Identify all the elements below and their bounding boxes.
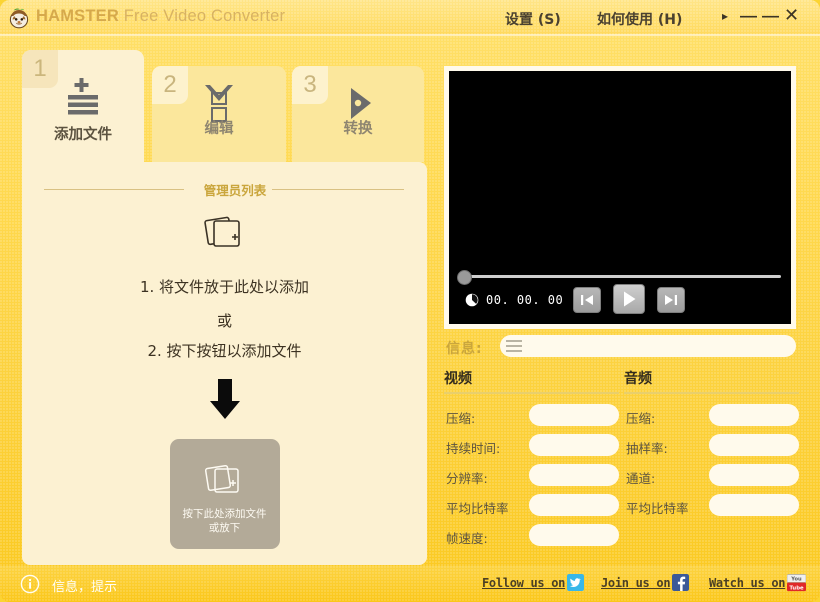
video-preview-frame: 00. 00. 00 [444,66,796,329]
title-bar: HAMSTER Free Video Converter 设置 (S) 如何使用… [0,0,820,36]
menu-help[interactable]: 如何使用 (H) [597,9,682,29]
social-facebook-label: Join us on [601,575,671,590]
time-display: 00. 00. 00 [465,293,563,307]
add-files-icon [22,74,144,118]
hint-or: 或 [216,312,232,330]
audio-field-label-0: 压缩: [626,411,656,426]
audio-field-value-3[interactable] [709,494,799,516]
seek-track[interactable] [467,275,781,278]
skip-next-icon [665,295,677,305]
info-label: 信息: [446,341,483,357]
prev-button[interactable] [573,287,601,313]
clock-icon [465,293,479,307]
social-youtube-label: Watch us on [709,576,786,590]
tab-edit[interactable]: 2 编辑 [152,66,286,162]
divider-line-left [44,189,184,190]
audio-field-value-0[interactable] [709,404,799,426]
field-row: 帧速度: [444,524,619,554]
status-bar: 信息，提示 [0,566,820,602]
social-youtube[interactable]: Watch us on You Tube [709,574,807,592]
time-value: 00. 00. 00 [486,293,564,307]
audio-field-value-2[interactable] [709,464,799,486]
play-button[interactable] [613,284,645,314]
tab-convert-label: 转换 [343,121,373,137]
tab-add-files-label: 添加文件 [54,127,112,143]
facebook-icon [672,574,690,591]
video-field-label-2: 分辨率: [446,471,488,486]
more-options-icon[interactable]: ▸ [722,9,728,23]
twitter-icon [567,574,585,591]
video-field-value-0[interactable] [529,404,619,426]
menu-settings[interactable]: 设置 (S) [505,9,561,29]
audio-field-label-2: 通道: [626,471,656,486]
audio-column-heading: 音频 [624,371,652,387]
hamburger-icon[interactable] [506,340,522,352]
hint-line-2: 2. 按下按钮以添加文件 [147,342,302,360]
video-field-label-1: 持续时间: [446,441,501,456]
video-field-value-3[interactable] [529,494,619,516]
arrow-down-icon [204,377,246,426]
info-row: 信息: [444,335,796,359]
field-row: 平均比特率 [444,494,619,524]
app-brand: HAMSTER [36,7,119,25]
video-field-label-4: 帧速度: [446,531,488,546]
social-twitter-label: Follow us on [482,575,566,590]
tab-edit-label: 编辑 [204,121,234,137]
close-button[interactable]: ✕ [784,5,799,26]
section-divider: 管理员列表 [44,182,404,198]
add-files-drop-button[interactable]: 按下此处添加文件 或放下 [169,439,280,549]
next-button[interactable] [657,287,685,313]
files-stack-add-icon [202,210,248,257]
audio-column-rule [624,392,799,394]
app-window: HAMSTER Free Video Converter 设置 (S) 如何使用… [0,0,820,602]
field-row: 分辨率: [444,464,619,494]
social-twitter[interactable]: Follow us on [482,574,585,591]
info-input[interactable] [500,335,796,357]
app-name: Free Video Converter [123,7,286,25]
seek-bar[interactable] [449,267,791,285]
add-button-line-2: 或放下 [208,522,241,534]
video-field-value-2[interactable] [529,464,619,486]
audio-info-column: 音频 压缩: 抽样率: 通道: 平均比特率 [624,368,799,524]
svg-text:You: You [790,577,802,583]
video-column-rule [444,392,619,394]
tab-add-files[interactable]: 1 添加文件 [22,50,144,162]
field-row: 压缩: [444,404,619,434]
svg-text:Tube: Tube [790,585,805,591]
video-info-column: 视频 压缩: 持续时间: 分辨率: 平均比特率 帧速度: [444,368,619,554]
field-row: 持续时间: [444,434,619,464]
video-field-label-0: 压缩: [446,411,476,426]
file-list-panel: 管理员列表 1. 将文件放于此处以添加 或 2. 按下按钮以添加文件 按下此处添… [22,162,427,565]
tab-convert[interactable]: 3 转换 [292,66,424,162]
status-text: 信息，提示 [52,580,118,595]
field-row: 通道: [624,464,799,494]
app-title: HAMSTER Free Video Converter [36,7,285,26]
divider-line-right [272,189,404,190]
video-field-label-3: 平均比特率 [446,501,509,516]
add-button-line-1: 按下此处添加文件 [182,508,267,520]
video-field-value-4[interactable] [529,524,619,546]
hint-line-1: 1. 将文件放于此处以添加 [139,278,310,296]
social-facebook[interactable]: Join us on [601,574,690,591]
play-icon [623,291,635,307]
minimize-button[interactable]: — [740,6,757,26]
field-row: 平均比特率 [624,494,799,524]
video-preview-stage[interactable]: 00. 00. 00 [449,71,791,324]
field-row: 抽样率: [624,434,799,464]
video-field-value-1[interactable] [529,434,619,456]
skip-previous-icon [581,295,593,305]
hamster-logo-icon [9,8,29,29]
section-title: 管理员列表 [203,183,267,198]
audio-field-label-3: 平均比特率 [626,501,689,516]
video-column-heading: 视频 [444,371,472,387]
add-files-drop-button-text: 按下此处添加文件 或放下 [170,507,280,535]
field-row: 压缩: [624,404,799,434]
seek-knob[interactable] [457,270,472,285]
audio-field-value-1[interactable] [709,434,799,456]
youtube-icon: You Tube [787,574,807,591]
audio-field-label-1: 抽样率: [626,441,668,456]
info-circle-icon [20,574,40,594]
files-stack-add-icon [203,459,247,504]
maximize-button[interactable]: — [762,6,779,26]
